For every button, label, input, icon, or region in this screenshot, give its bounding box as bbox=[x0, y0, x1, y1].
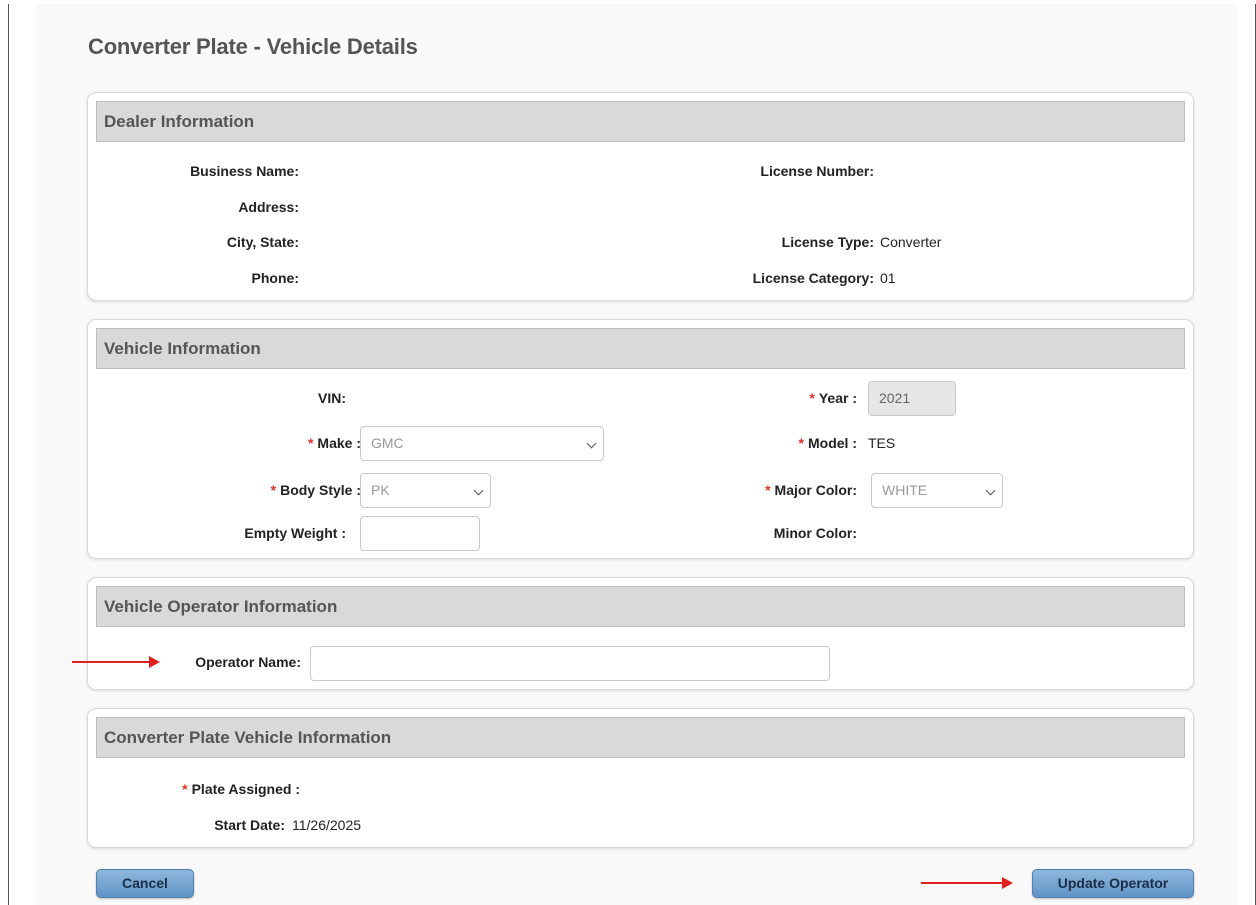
body-style-label-text: Body Style : bbox=[280, 482, 361, 498]
year-input[interactable]: 2021 bbox=[868, 381, 956, 416]
body-style-select[interactable]: PK bbox=[360, 473, 491, 508]
major-color-label: * Major Color: bbox=[765, 482, 857, 498]
converter-plate-header: Converter Plate Vehicle Information bbox=[96, 717, 1185, 758]
make-label: * Make : bbox=[308, 435, 361, 451]
model-label: * Model : bbox=[799, 435, 857, 451]
license-number-redacted bbox=[882, 161, 940, 183]
operator-name-label: Operator Name: bbox=[195, 654, 301, 670]
vin-redacted bbox=[360, 386, 538, 410]
update-operator-button[interactable]: Update Operator bbox=[1032, 869, 1194, 898]
model-value: TES bbox=[868, 435, 896, 451]
operator-name-input[interactable] bbox=[310, 646, 830, 681]
make-selected-value: GMC bbox=[371, 435, 404, 451]
plate-assigned-label: * Plate Assigned : bbox=[182, 781, 300, 797]
major-color-selected-value: WHITE bbox=[882, 482, 928, 498]
year-label-text: Year : bbox=[818, 390, 857, 406]
empty-weight-input[interactable] bbox=[360, 516, 480, 551]
plate-assigned-redacted bbox=[306, 777, 364, 801]
license-category-value: 01 bbox=[880, 270, 896, 286]
dealer-details-redacted bbox=[306, 158, 538, 292]
business-name-label: Business Name: bbox=[190, 163, 299, 179]
license-category-label: License Category: bbox=[752, 270, 874, 286]
body-style-selected-value: PK bbox=[371, 482, 390, 498]
address-label: Address: bbox=[238, 199, 299, 215]
major-color-label-text: Major Color: bbox=[774, 482, 857, 498]
required-marker: * bbox=[270, 482, 277, 498]
required-marker: * bbox=[765, 482, 771, 498]
required-marker: * bbox=[182, 781, 188, 797]
vin-label: VIN: bbox=[318, 390, 346, 406]
empty-weight-label: Empty Weight : bbox=[244, 525, 346, 541]
model-label-text: Model : bbox=[808, 435, 857, 451]
city-state-label: City, State: bbox=[226, 234, 299, 250]
license-type-label: License Type: bbox=[781, 234, 874, 250]
chevron-down-icon bbox=[985, 485, 996, 496]
vehicle-information-panel: Vehicle Information bbox=[87, 319, 1194, 559]
required-marker: * bbox=[798, 435, 804, 451]
chevron-down-icon bbox=[586, 438, 597, 449]
minor-color-label: Minor Color: bbox=[773, 525, 857, 541]
phone-label: Phone: bbox=[251, 270, 299, 286]
annotation-arrow-operator bbox=[72, 656, 160, 668]
cancel-button[interactable]: Cancel bbox=[96, 869, 194, 898]
chevron-down-icon bbox=[473, 485, 484, 496]
start-date-label: Start Date: bbox=[214, 817, 285, 833]
annotation-arrow-update bbox=[921, 877, 1013, 889]
license-type-value: Converter bbox=[880, 234, 942, 250]
page-title: Converter Plate - Vehicle Details bbox=[88, 34, 418, 59]
required-marker: * bbox=[809, 390, 815, 406]
plate-assigned-label-text: Plate Assigned : bbox=[191, 781, 300, 797]
vehicle-operator-header: Vehicle Operator Information bbox=[96, 586, 1185, 627]
start-date-value: 11/26/2025 bbox=[292, 817, 362, 833]
vehicle-information-header: Vehicle Information bbox=[96, 328, 1185, 369]
make-label-text: Make : bbox=[317, 435, 361, 451]
required-marker: * bbox=[307, 435, 314, 451]
body-style-label: * Body Style : bbox=[271, 482, 361, 498]
year-label: * Year : bbox=[809, 390, 857, 406]
dealer-information-header: Dealer Information bbox=[96, 101, 1185, 142]
make-select[interactable]: GMC bbox=[360, 426, 604, 461]
top-edge bbox=[0, 0, 1256, 4]
major-color-select[interactable]: WHITE bbox=[871, 473, 1003, 508]
license-number-label: License Number: bbox=[760, 163, 874, 179]
